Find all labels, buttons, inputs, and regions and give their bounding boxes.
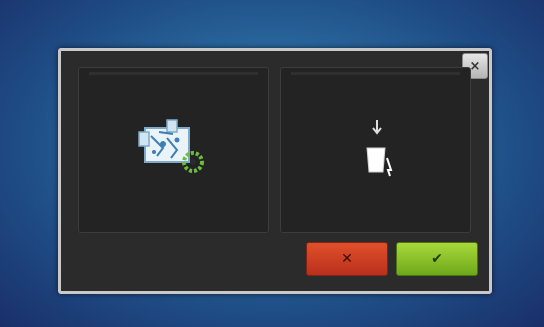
bobbin-panel (280, 67, 471, 233)
embroidery-hoop-icon (137, 118, 213, 182)
cancel-icon: ✕ (341, 251, 353, 267)
bobbin-thread-icon (361, 118, 395, 184)
screen: × ✕ ✔ (0, 0, 544, 327)
panel-divider (89, 72, 258, 75)
confirm-button[interactable]: ✔ (396, 242, 478, 276)
cancel-button[interactable]: ✕ (306, 242, 388, 276)
hoop-panel (78, 67, 269, 233)
close-icon: × (469, 58, 481, 74)
panel-divider (291, 72, 460, 75)
checkmark-icon: ✔ (431, 251, 443, 267)
